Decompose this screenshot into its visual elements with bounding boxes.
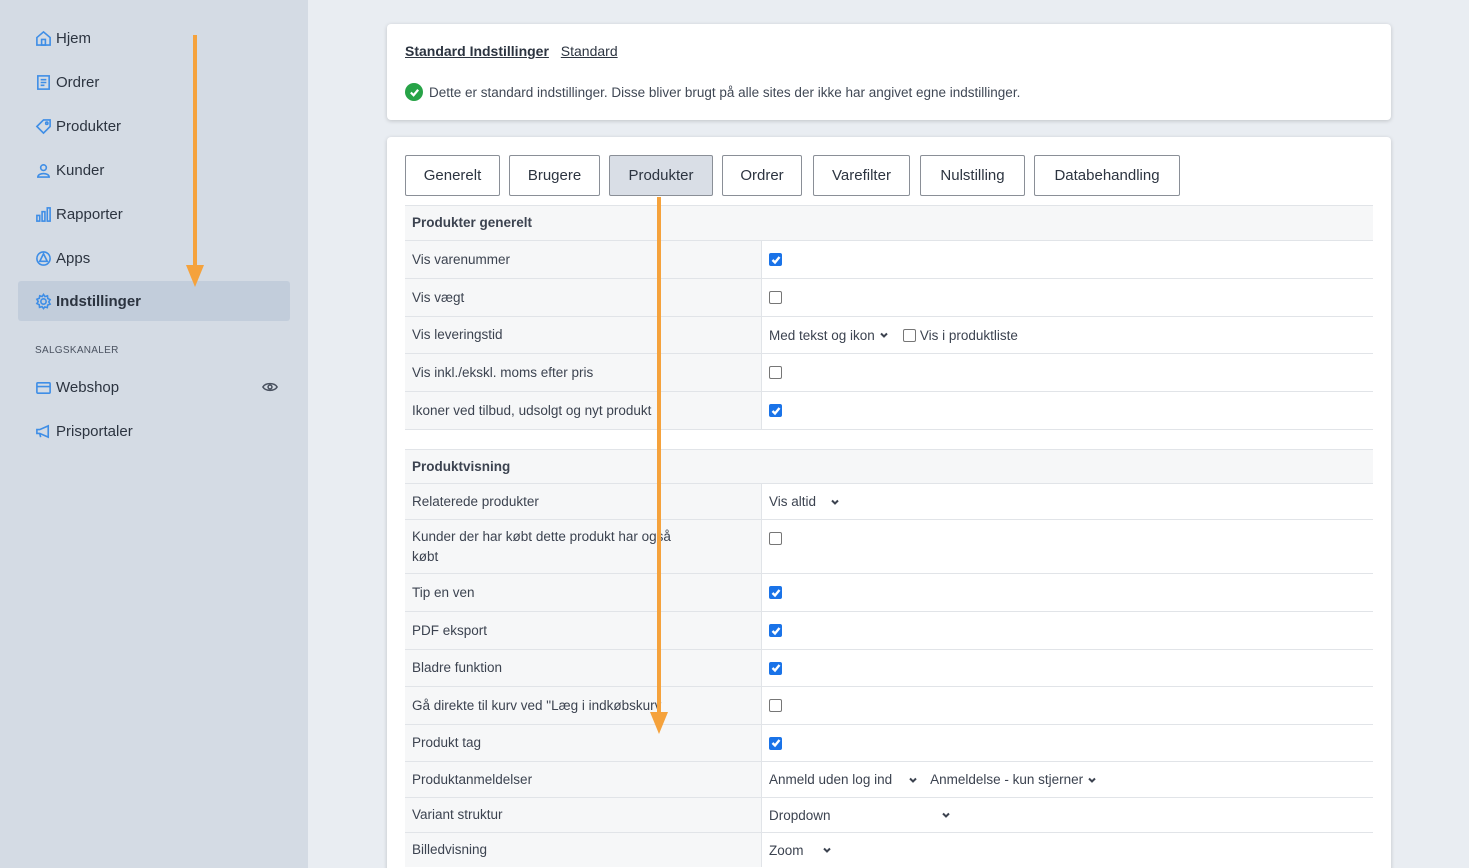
bladre-checkbox[interactable] <box>769 661 782 675</box>
produkt-tag-checkbox[interactable] <box>769 736 782 750</box>
apps-icon <box>34 249 52 267</box>
vis-i-produktliste-toggle[interactable]: Vis i produktliste <box>902 328 1018 343</box>
chevron-down-icon <box>1088 777 1096 783</box>
annotation-arrow-head-sidebar <box>186 265 204 287</box>
tab-varefilter[interactable]: Varefilter <box>813 155 910 196</box>
gaa-direkte-checkbox[interactable] <box>769 699 782 712</box>
megaphone-icon <box>34 422 52 440</box>
sidebar-item-kunder[interactable]: Kunder <box>18 150 290 190</box>
variant-select[interactable]: Dropdown <box>769 808 951 823</box>
header-card: Standard Indstillinger Standard Dette er… <box>387 24 1391 120</box>
sidebar-item-label: Produkter <box>56 117 122 135</box>
info-notice: Dette er standard indstillinger. Disse b… <box>405 83 1020 101</box>
relaterede-select[interactable]: Vis altid <box>769 494 840 509</box>
tip-checkbox[interactable] <box>769 586 782 599</box>
tab-databehandling[interactable]: Databehandling <box>1034 155 1180 196</box>
setting-row-produkt-tag: Produkt tag <box>405 724 1373 761</box>
chevron-down-icon <box>831 499 839 505</box>
setting-row-anmeldelser: Produktanmeldelser Anmeld uden log ind A… <box>405 761 1373 797</box>
setting-row-relaterede: Relaterede produkter Vis altid <box>405 483 1373 519</box>
section-header: Produktvisning <box>405 449 1373 483</box>
chevron-down-icon <box>941 812 950 818</box>
tab-generelt[interactable]: Generelt <box>405 155 500 196</box>
sidebar-item-label: Indstillinger <box>56 292 142 310</box>
tab-nulstilling[interactable]: Nulstilling <box>920 155 1025 196</box>
billedvisning-select[interactable]: Zoom <box>769 843 832 858</box>
setting-row-variant: Variant struktur Dropdown <box>405 797 1373 832</box>
chart-icon <box>34 205 52 223</box>
setting-row-ikoner: Ikoner ved tilbud, udsolgt og nyt produk… <box>405 391 1373 429</box>
sidebar-item-label: Hjem <box>56 29 92 47</box>
home-icon <box>34 29 52 47</box>
sidebar-item-produkter[interactable]: Produkter <box>18 106 290 146</box>
sidebar-item-prisportaler[interactable]: Prisportaler <box>18 411 290 451</box>
setting-row-kunder-koebt: Kunder der har købt dette produkt har og… <box>405 519 1373 573</box>
orders-icon <box>34 73 52 91</box>
setting-row-gaa-direkte: Gå direkte til kurv ved "Læg i indkøbsku… <box>405 686 1373 724</box>
leveringstid-select[interactable]: Med tekst og ikon <box>769 328 889 343</box>
sidebar-item-label: Ordrer <box>56 73 100 91</box>
vis-i-produktliste-checkbox[interactable] <box>902 328 916 342</box>
sidebar-item-label: Apps <box>56 249 91 267</box>
chevron-down-icon <box>822 847 831 853</box>
tab-brugere[interactable]: Brugere <box>509 155 600 196</box>
annotation-arrow-head-main <box>650 712 668 734</box>
breadcrumb-standard[interactable]: Standard <box>561 43 618 59</box>
sidebar-item-indstillinger[interactable]: Indstillinger <box>18 281 290 321</box>
anmeldelser-login-select[interactable]: Anmeld uden log ind <box>769 772 918 787</box>
tab-ordrer[interactable]: Ordrer <box>722 155 802 196</box>
spacer-row <box>405 429 1373 449</box>
vis-vaegt-checkbox[interactable] <box>769 291 782 304</box>
sidebar-item-label: Rapporter <box>56 205 123 223</box>
sidebar-item-label: Kunder <box>56 161 105 179</box>
sidebar: Hjem Ordrer Produkter Kunder Rapporter A… <box>0 0 308 868</box>
settings-card: Generelt Brugere Produkter Ordrer Varefi… <box>387 137 1391 868</box>
gear-icon <box>34 292 52 310</box>
notice-text: Dette er standard indstillinger. Disse b… <box>429 84 1021 100</box>
sidebar-item-ordrer[interactable]: Ordrer <box>18 62 290 102</box>
setting-row-vis-leveringstid: Vis leveringstid Med tekst og ikon Vis i… <box>405 316 1373 353</box>
tag-icon <box>34 117 52 135</box>
chevron-down-icon <box>880 332 888 338</box>
chevron-down-icon <box>909 777 917 783</box>
sidebar-item-label: Prisportaler <box>56 422 133 440</box>
eye-icon[interactable] <box>262 379 278 399</box>
annotation-arrow-sidebar <box>193 35 197 265</box>
vis-moms-checkbox[interactable] <box>769 366 782 379</box>
section-header: Produkter generelt <box>405 205 1373 240</box>
check-circle-icon <box>405 83 423 101</box>
setting-row-bladre: Bladre funktion <box>405 649 1373 686</box>
kunder-koebt-checkbox[interactable] <box>769 532 782 545</box>
setting-row-vis-vaegt: Vis vægt <box>405 278 1373 316</box>
sidebar-item-label: Webshop <box>56 378 120 396</box>
tab-produkter[interactable]: Produkter <box>609 155 713 196</box>
annotation-arrow-main <box>657 197 661 712</box>
store-icon <box>34 378 52 396</box>
user-icon <box>34 161 52 179</box>
sidebar-item-webshop[interactable]: Webshop <box>18 367 290 407</box>
setting-row-tip: Tip en ven <box>405 573 1373 611</box>
sidebar-item-rapporter[interactable]: Rapporter <box>18 194 290 234</box>
sidebar-item-hjem[interactable]: Hjem <box>18 18 290 58</box>
ikoner-checkbox[interactable] <box>769 404 782 417</box>
setting-row-vis-moms: Vis inkl./ekskl. moms efter pris <box>405 353 1373 391</box>
sidebar-item-apps[interactable]: Apps <box>18 238 290 278</box>
setting-row-billedvisning: Billedvisning Zoom <box>405 832 1373 867</box>
setting-row-vis-varenummer: Vis varenummer <box>405 240 1373 278</box>
section-label-salgskanaler: SALGSKANALER <box>35 345 119 356</box>
breadcrumb: Standard Indstillinger Standard <box>405 43 626 59</box>
pdf-checkbox[interactable] <box>769 624 782 637</box>
setting-row-pdf: PDF eksport <box>405 611 1373 649</box>
vis-varenummer-checkbox[interactable] <box>769 253 782 266</box>
breadcrumb-standard-indstillinger[interactable]: Standard Indstillinger <box>405 43 549 59</box>
anmeldelser-type-select[interactable]: Anmeldelse - kun stjerner <box>930 772 1097 787</box>
